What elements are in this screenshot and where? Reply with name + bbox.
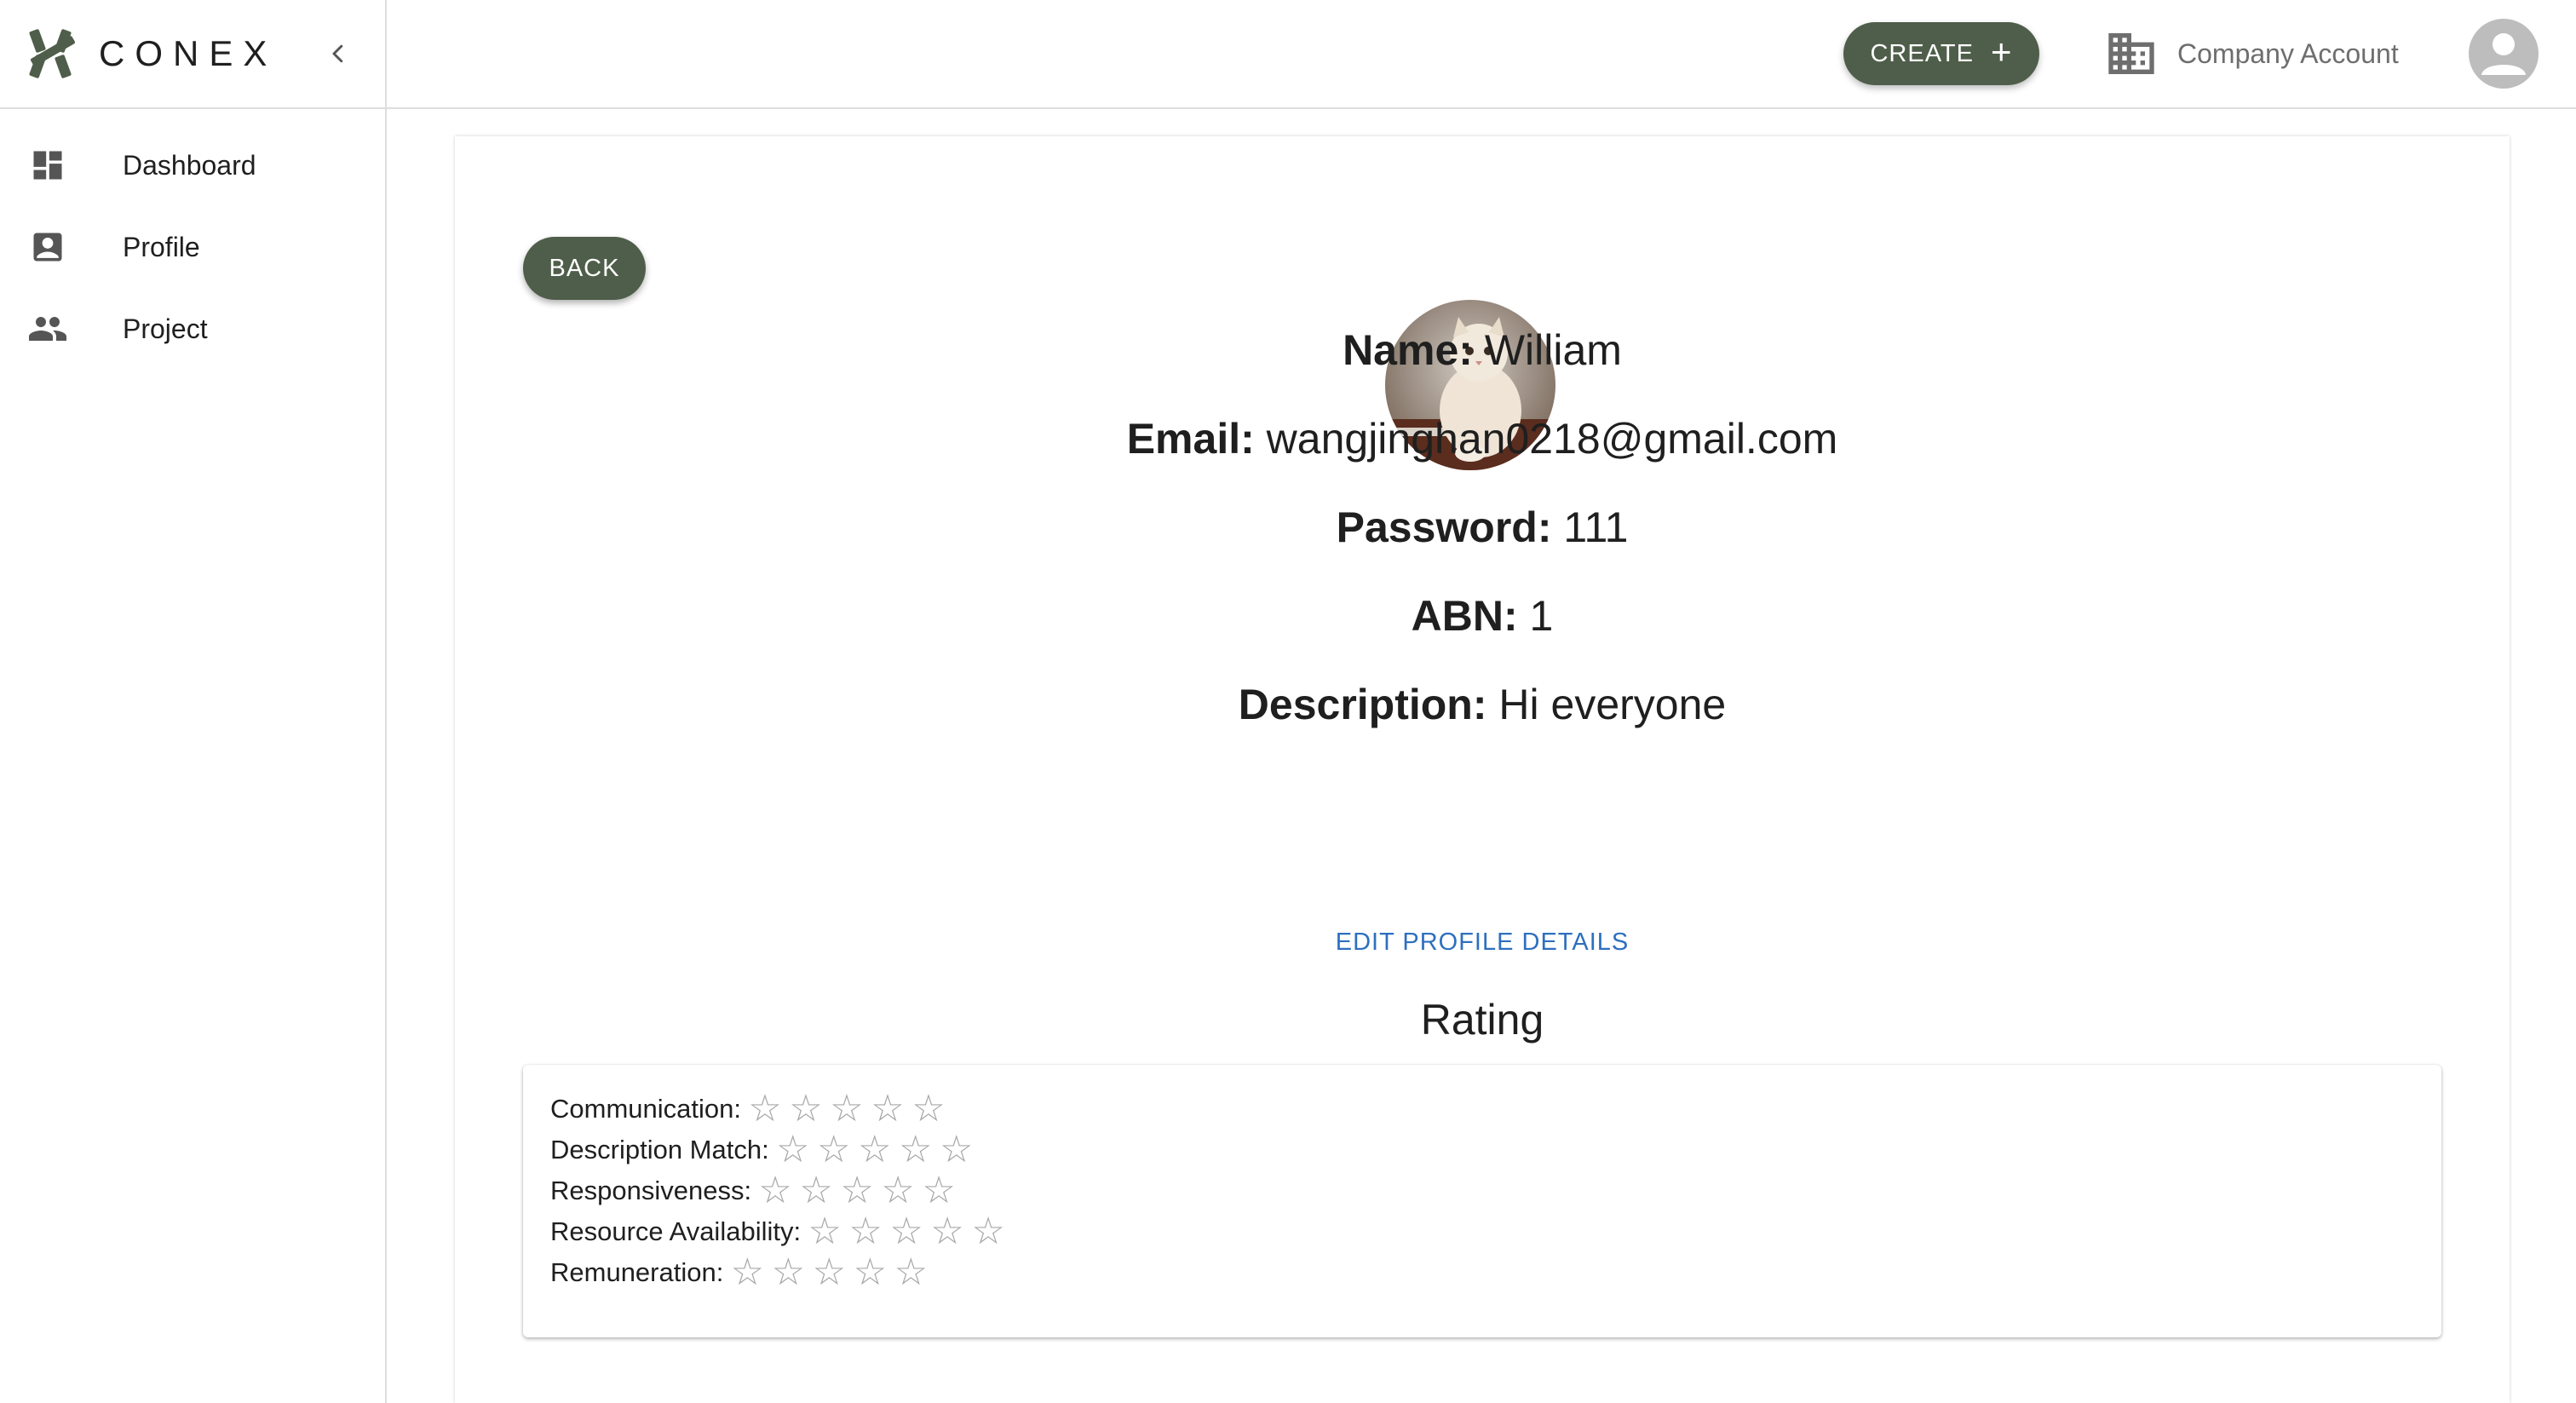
star-icon[interactable]: ☆ [814,1131,854,1169]
rating-label: Remuneration: [550,1257,724,1287]
star-icon[interactable]: ☆ [745,1090,785,1128]
star-icon[interactable]: ☆ [826,1090,867,1128]
star-icon[interactable]: ☆ [785,1090,826,1128]
field-label: Email: [1126,415,1255,463]
back-button[interactable]: BACK [523,237,646,300]
star-icon[interactable]: ☆ [755,1172,796,1210]
star-rating[interactable]: ☆ ☆ ☆ ☆ ☆ [773,1131,977,1169]
star-rating[interactable]: ☆ ☆ ☆ ☆ ☆ [804,1213,1009,1251]
star-icon[interactable]: ☆ [837,1172,877,1210]
rating-row-description-match: Description Match: ☆ ☆ ☆ ☆ ☆ [550,1130,977,1170]
star-icon[interactable]: ☆ [890,1254,931,1291]
star-icon[interactable]: ☆ [908,1090,949,1128]
star-icon[interactable]: ☆ [968,1213,1009,1251]
rating-label: Resource Availability: [550,1216,802,1246]
field-value: Hi everyone [1498,681,1727,728]
star-icon[interactable]: ☆ [867,1090,908,1128]
collapse-sidebar-button[interactable] [317,32,359,75]
profile-field-abn: ABN: 1 [455,591,2510,641]
star-icon[interactable]: ☆ [854,1131,895,1169]
field-label: Password: [1336,503,1552,551]
rating-title: Rating [1420,996,1544,1044]
rating-label: Responsiveness: [550,1176,752,1205]
star-icon[interactable]: ☆ [877,1172,918,1210]
create-button[interactable]: CREATE + [1843,22,2039,85]
user-icon [2481,33,2526,75]
rating-label: Description Match: [550,1135,769,1164]
star-icon[interactable]: ☆ [804,1213,845,1251]
sidebar-item-label: Profile [123,231,200,262]
edit-profile-label[interactable]: EDIT PROFILE DETAILS [1336,929,1629,956]
field-value: 111 [1563,503,1629,551]
profile-field-email: Email: wangjinghan0218@gmail.com [455,414,2510,463]
star-rating[interactable]: ☆ ☆ ☆ ☆ ☆ [727,1254,931,1291]
chevron-left-icon [332,44,343,63]
star-icon[interactable]: ☆ [849,1254,890,1291]
star-icon[interactable]: ☆ [768,1254,808,1291]
star-rating[interactable]: ☆ ☆ ☆ ☆ ☆ [745,1090,949,1128]
sidebar-item-label: Project [123,313,208,344]
star-icon[interactable]: ☆ [808,1254,849,1291]
sidebar-item-dashboard[interactable]: Dashboard [0,124,385,206]
brand-name: CONEX [99,33,278,73]
company-account-label: Company Account [2177,37,2399,69]
field-label: Description: [1238,681,1487,728]
sidebar-item-project[interactable]: Project [0,288,385,370]
topbar-divider [385,0,387,109]
app-root: CONEX CREATE + Company Account Dashboard… [0,0,2576,1403]
brand-logo[interactable]: CONEX [26,26,277,82]
rating-row-remuneration: Remuneration: ☆ ☆ ☆ ☆ ☆ [550,1252,931,1293]
profile-field-name: Name: William [455,325,2510,375]
star-rating[interactable]: ☆ ☆ ☆ ☆ ☆ [755,1172,959,1210]
star-icon[interactable]: ☆ [773,1131,814,1169]
top-bar: CONEX CREATE + Company Account [0,0,2576,109]
plus-icon: + [1990,32,2013,72]
rating-row-resource-availability: Resource Availability: ☆ ☆ ☆ ☆ ☆ [550,1211,1009,1252]
people-icon [27,308,68,349]
field-label: ABN: [1411,592,1518,640]
rating-row-responsiveness: Responsiveness: ☆ ☆ ☆ ☆ ☆ [550,1170,959,1211]
field-label: Name: [1343,326,1473,374]
star-icon[interactable]: ☆ [886,1213,927,1251]
profile-field-password: Password: 111 [455,503,2510,552]
sidebar-item-profile[interactable]: Profile [0,206,385,288]
field-value: William [1484,326,1622,374]
rating-card: Communication: ☆ ☆ ☆ ☆ ☆ Description Match: … [523,1065,2441,1337]
building-icon [2108,33,2154,74]
star-icon[interactable]: ☆ [727,1254,768,1291]
star-icon[interactable]: ☆ [895,1131,936,1169]
field-value: wangjinghan0218@gmail.com [1266,415,1838,463]
profile-icon [27,227,68,267]
field-value: 1 [1529,592,1554,640]
star-icon[interactable]: ☆ [927,1213,968,1251]
rating-label: Communication: [550,1094,741,1124]
edit-profile-link[interactable]: EDIT PROFILE DETAILS [455,929,2510,957]
rating-row-communication: Communication: ☆ ☆ ☆ ☆ ☆ [550,1089,949,1130]
star-icon[interactable]: ☆ [936,1131,977,1169]
conex-logo-icon [29,29,76,78]
profile-field-description: Description: Hi everyone [455,680,2510,729]
sidebar: Dashboard Profile Project [0,109,387,1403]
sidebar-item-label: Dashboard [123,149,256,181]
star-icon[interactable]: ☆ [796,1172,837,1210]
star-icon[interactable]: ☆ [918,1172,959,1210]
dashboard-icon [27,145,68,186]
profile-card: BACK Name: William Email: wangjinghan021… [455,136,2510,1403]
user-avatar[interactable] [2469,19,2539,89]
create-button-label: CREATE [1870,39,1974,67]
company-account-menu[interactable]: Company Account [2104,26,2399,82]
star-icon[interactable]: ☆ [845,1213,886,1251]
